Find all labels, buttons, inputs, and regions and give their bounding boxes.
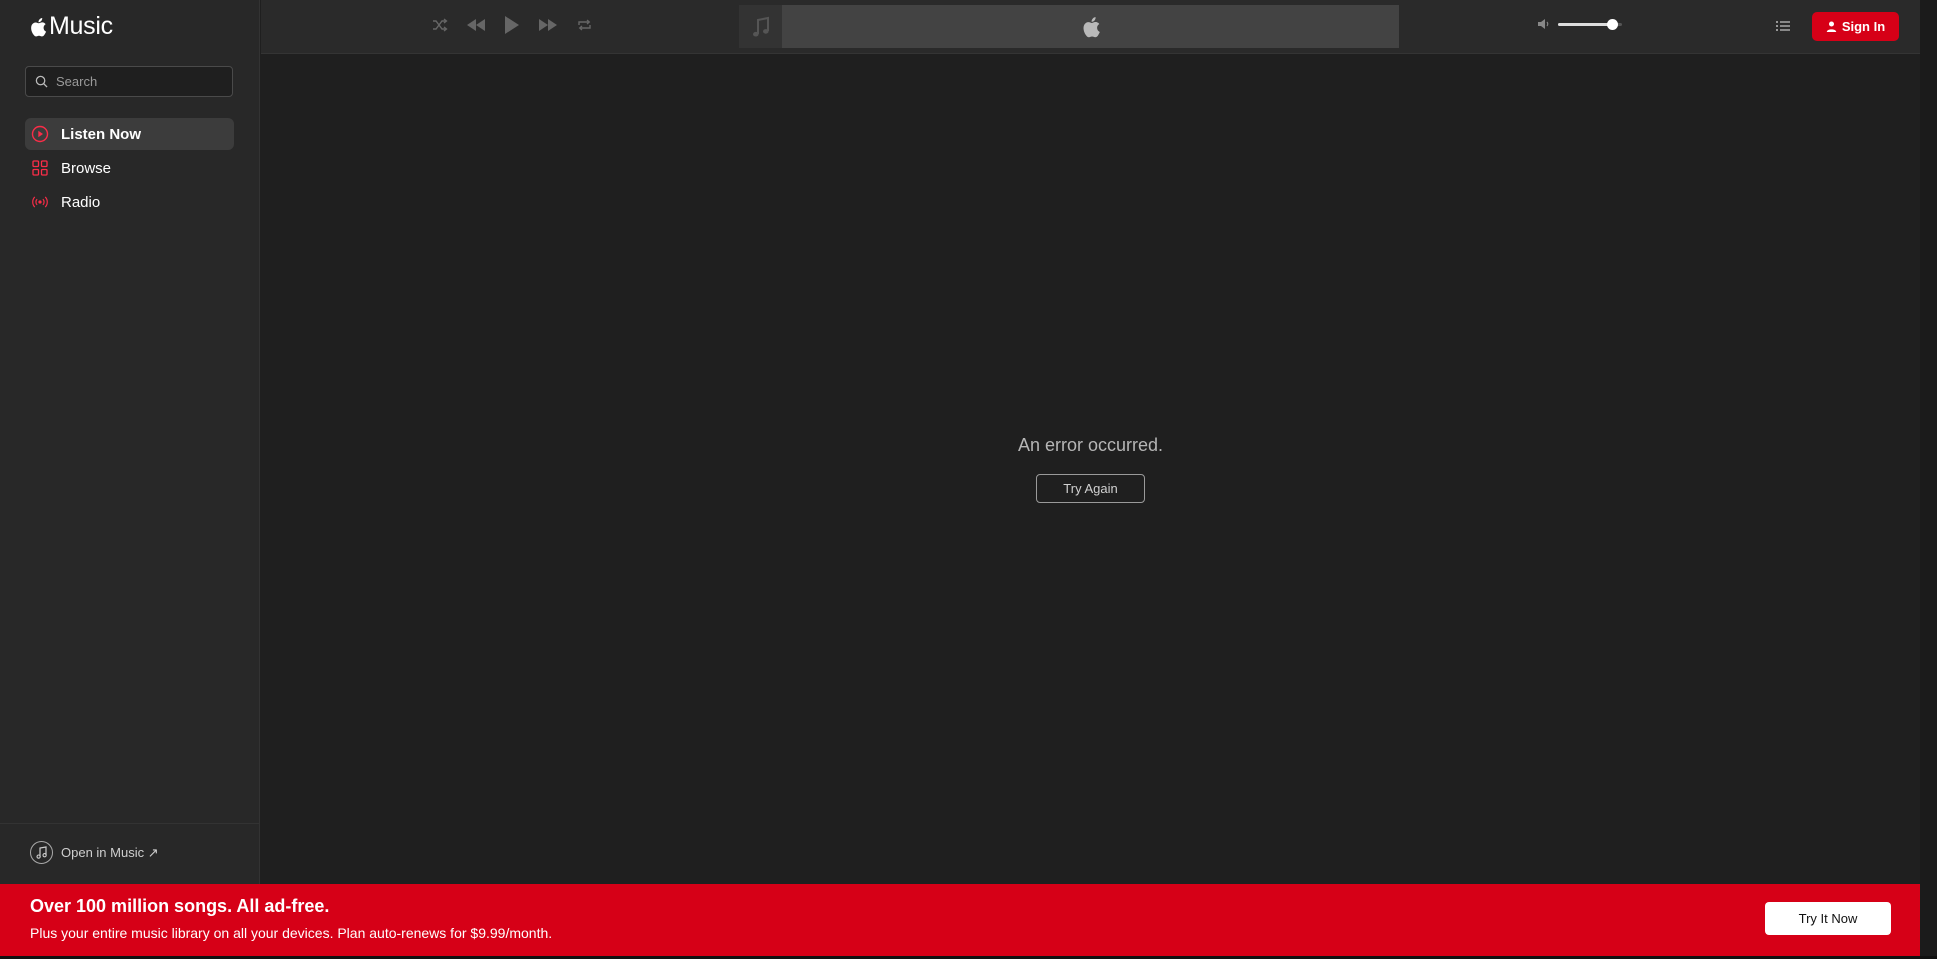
grid-icon [32,160,48,176]
apple-logo-icon [1083,16,1100,37]
shuffle-icon[interactable] [429,14,451,36]
logo-text: Music [49,12,113,40]
volume-slider-knob[interactable] [1607,18,1619,30]
repeat-icon[interactable] [573,14,595,36]
queue-list-icon[interactable] [1774,17,1792,35]
search-icon [35,75,48,88]
volume-control [1537,18,1622,30]
sidebar-item-label: Radio [61,193,101,211]
sidebar-item-browse[interactable]: Browse [25,152,234,184]
music-note-icon [30,841,53,864]
main-content: An error occurred. Try Again [261,55,1920,884]
now-playing-artwork [739,5,782,48]
sidebar-item-label: Listen Now [61,125,142,143]
apple-logo-icon [31,17,47,36]
player-bar: Sign In [261,0,1920,54]
sidebar-item-radio[interactable]: Radio [25,186,234,218]
apple-music-logo[interactable]: Music [29,12,113,41]
promo-banner: Over 100 million songs. All ad-free. Plu… [0,884,1920,956]
sign-in-button[interactable]: Sign In [1812,12,1899,41]
radio-waves-icon [32,196,48,208]
banner-title: Over 100 million songs. All ad-free. [30,896,330,916]
search-input[interactable] [56,74,216,89]
error-message: An error occurred. [1017,435,1164,455]
fast-forward-icon[interactable] [537,14,559,36]
volume-slider[interactable] [1558,18,1622,30]
apple-music-app: Music Listen Now [0,0,1937,959]
music-note-icon [752,16,769,36]
speaker-icon [1538,19,1549,29]
sidebar-item-listen-now[interactable]: Listen Now [25,118,234,150]
sidebar-divider [0,823,259,824]
window-edge [1920,0,1937,959]
sidebar-item-label: Browse [61,159,112,177]
sidebar-nav: Listen Now Browse Radio [25,118,234,220]
play-icon[interactable] [501,14,523,36]
play-circle-icon [31,125,49,143]
person-icon [1826,21,1837,32]
volume-slider-fill [1558,22,1613,26]
banner-subtitle: Plus your entire music library on all yo… [30,925,553,941]
sidebar: Music Listen Now [0,0,260,884]
try-again-button[interactable]: Try Again [1036,474,1145,503]
open-in-music-label: Open in Music ↗ [61,844,159,860]
now-playing-display [782,5,1399,48]
open-in-music-link[interactable]: Open in Music ↗ [30,841,159,864]
try-it-now-button[interactable]: Try It Now [1765,902,1891,935]
sign-in-label: Sign In [1841,19,1886,34]
rewind-icon[interactable] [465,14,487,36]
search-box[interactable] [25,66,233,97]
playback-controls [429,14,595,36]
